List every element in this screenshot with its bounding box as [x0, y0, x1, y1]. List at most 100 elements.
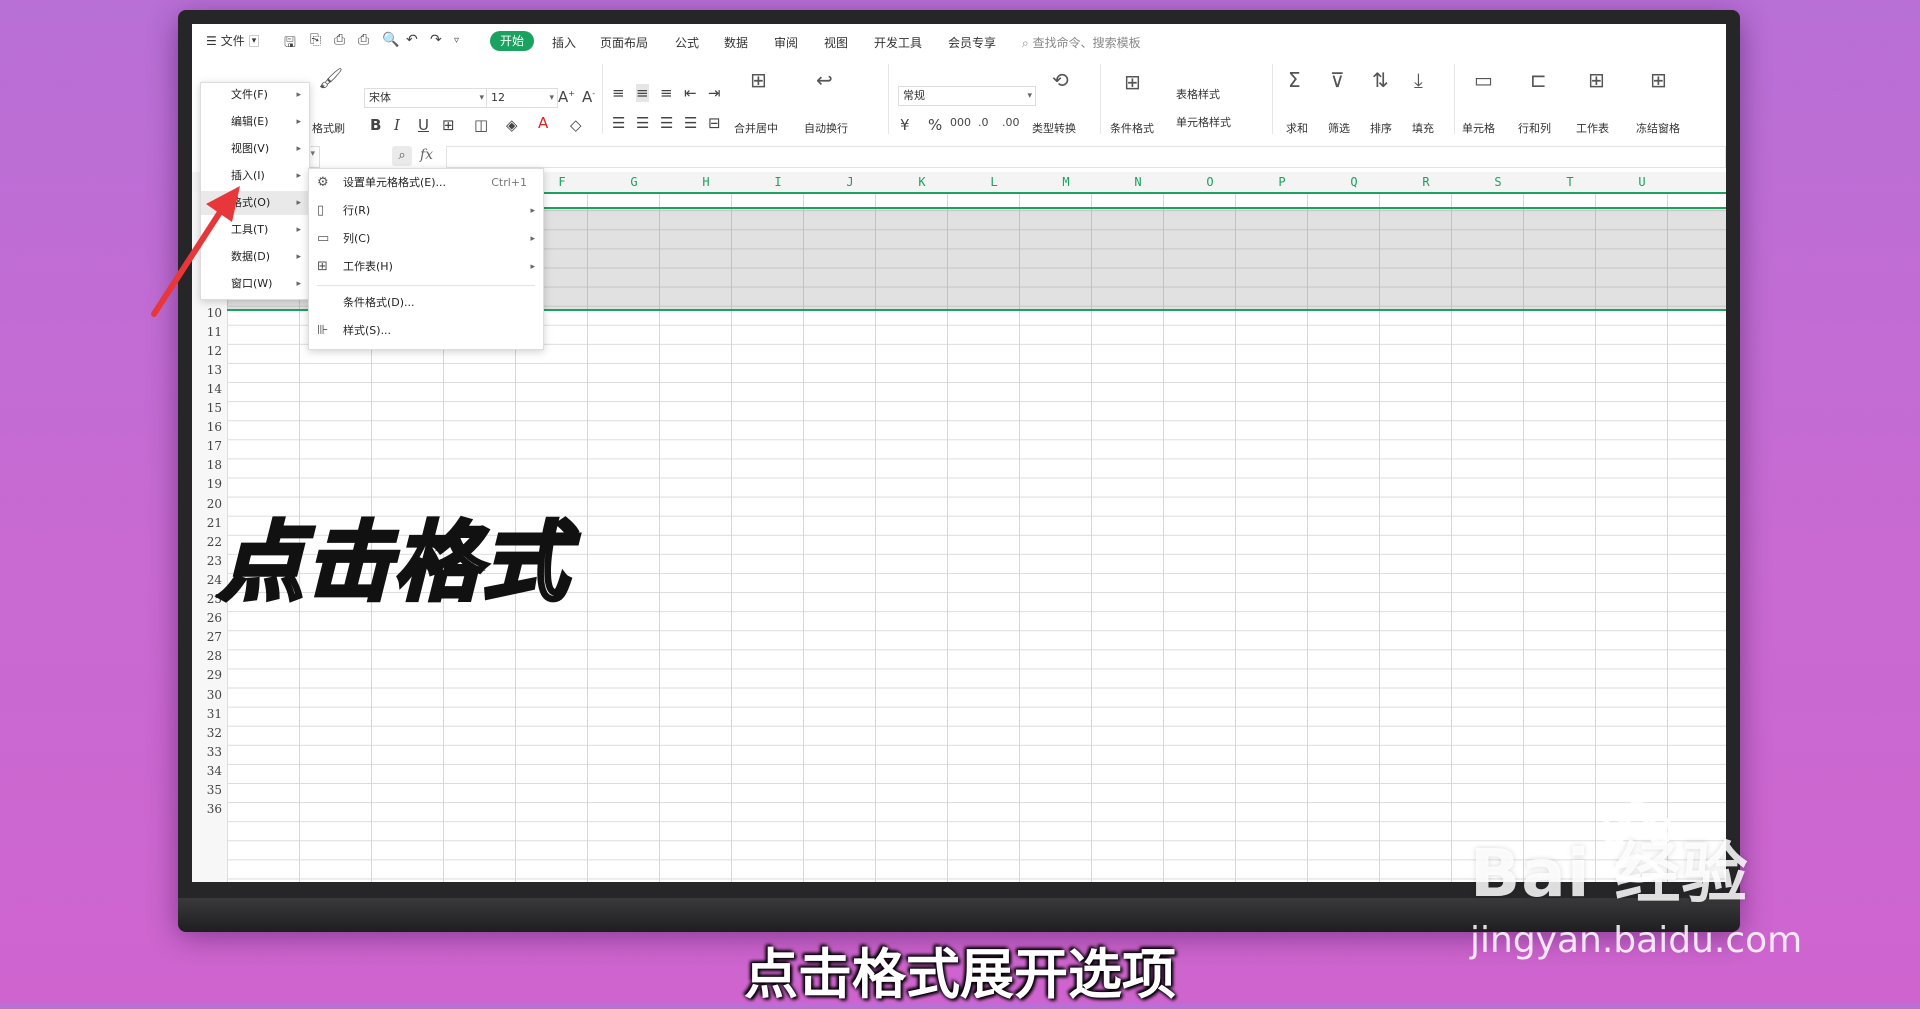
cell-button[interactable]: 单元格 — [1462, 120, 1495, 136]
format-painter-icon[interactable]: 🖌 — [318, 66, 343, 90]
currency-button[interactable]: ¥ — [900, 116, 910, 134]
column-label[interactable]: J — [814, 175, 886, 189]
main-menu-item[interactable]: 编辑(E) ▸ — [201, 110, 309, 134]
tab-review[interactable]: 审阅 — [774, 34, 798, 51]
redo-icon[interactable]: ↷ — [430, 32, 442, 48]
decrease-font-icon[interactable]: A- — [582, 88, 595, 106]
row-label[interactable]: 34 — [192, 764, 222, 778]
tab-member[interactable]: 会员专享 — [948, 34, 996, 51]
freeze-icon[interactable]: ⊞ — [1650, 68, 1667, 92]
row-label[interactable]: 32 — [192, 726, 222, 740]
row-label[interactable]: 16 — [192, 420, 222, 434]
cond-format-icon[interactable]: ⊞ — [1124, 70, 1141, 94]
tab-view[interactable]: 视图 — [824, 34, 848, 51]
type-convert-icon[interactable]: ⟲ — [1052, 68, 1069, 92]
sort-button[interactable]: 排序 — [1370, 120, 1392, 136]
column-label[interactable]: M — [1030, 175, 1102, 189]
row-label[interactable]: 30 — [192, 688, 222, 702]
row-col-button[interactable]: 行和列 — [1518, 120, 1551, 136]
row-label[interactable]: 15 — [192, 401, 222, 415]
indent-decrease-icon[interactable]: ⇤ — [684, 84, 697, 102]
worksheet-button[interactable]: 工作表 — [1576, 120, 1609, 136]
merge-center-icon[interactable]: ⊞ — [750, 68, 767, 92]
align-left-icon[interactable]: ☰ — [612, 114, 625, 132]
main-menu-item[interactable]: 视图(V) ▸ — [201, 137, 309, 161]
column-label[interactable]: H — [670, 175, 742, 189]
auto-wrap-icon[interactable]: ↩ — [816, 68, 833, 92]
zoom-icon[interactable]: ⌕ — [392, 146, 412, 166]
tab-data[interactable]: 数据 — [724, 34, 748, 51]
sum-icon[interactable]: Σ — [1288, 68, 1301, 92]
tab-insert[interactable]: 插入 — [552, 34, 576, 51]
row-label[interactable]: 13 — [192, 363, 222, 377]
column-label[interactable]: G — [598, 175, 670, 189]
distribute-icon[interactable]: ⊟ — [708, 114, 721, 132]
row-label[interactable]: 27 — [192, 630, 222, 644]
export-icon[interactable]: ⎘ — [310, 32, 321, 48]
column-label[interactable]: Q — [1318, 175, 1390, 189]
filter-icon[interactable]: ⊽ — [1330, 68, 1345, 92]
menu-item-column[interactable]: ▭ 列(C) ▸ — [309, 225, 543, 253]
font-name-select[interactable]: 宋体 — [364, 88, 488, 108]
column-label[interactable]: N — [1102, 175, 1174, 189]
fx-label[interactable]: fx — [420, 147, 433, 163]
undo-icon[interactable]: ↶ — [406, 32, 418, 48]
bold-button[interactable]: B — [370, 116, 381, 134]
align-top-icon[interactable]: ≡ — [612, 84, 625, 102]
row-label[interactable]: 31 — [192, 707, 222, 721]
thousands-icon[interactable]: 000 — [950, 116, 971, 129]
row-label[interactable]: 12 — [192, 344, 222, 358]
tab-page-layout[interactable]: 页面布局 — [600, 34, 648, 51]
save-icon[interactable]: 🖫 — [284, 32, 296, 56]
tab-developer[interactable]: 开发工具 — [874, 34, 922, 51]
column-label[interactable]: L — [958, 175, 1030, 189]
main-menu-item[interactable]: 文件(F) ▸ — [201, 83, 309, 107]
row-label[interactable]: 19 — [192, 477, 222, 491]
increase-font-icon[interactable]: A+ — [558, 88, 575, 106]
fill-button[interactable]: 填充 — [1412, 120, 1434, 136]
number-format-select[interactable]: 常规 — [898, 86, 1036, 106]
menu-item-worksheet[interactable]: ⊞ 工作表(H) ▸ — [309, 253, 543, 281]
clear-format-icon[interactable]: ◫ — [474, 116, 488, 134]
sum-button[interactable]: 求和 — [1286, 120, 1308, 136]
fill-icon[interactable]: ⤓ — [1414, 68, 1423, 92]
align-center-icon[interactable]: ☰ — [636, 114, 649, 132]
menu-item-row[interactable]: ▯ 行(R) ▸ — [309, 197, 543, 225]
column-label[interactable]: I — [742, 175, 814, 189]
align-middle-icon[interactable]: ≡ — [636, 84, 649, 102]
column-label[interactable]: R — [1390, 175, 1462, 189]
filter-button[interactable]: 筛选 — [1328, 120, 1350, 136]
justify-icon[interactable]: ☰ — [684, 114, 697, 132]
font-size-select[interactable]: 12 — [486, 88, 558, 108]
border-icon[interactable]: ⊞ — [442, 116, 455, 134]
column-label[interactable]: K — [886, 175, 958, 189]
type-convert-button[interactable]: 类型转换 — [1032, 120, 1076, 136]
command-search[interactable]: ⌕ 查找命令、搜索模板 — [1022, 34, 1141, 51]
customize-icon[interactable]: ▿ — [454, 35, 459, 46]
column-label[interactable]: O — [1174, 175, 1246, 189]
tab-home[interactable]: 开始 — [490, 31, 534, 51]
row-label[interactable]: 36 — [192, 802, 222, 816]
preview-icon[interactable]: 🔍 — [382, 32, 399, 48]
menu-item-format-cells[interactable]: ⚙ 设置单元格格式(E)... Ctrl+1 — [309, 169, 543, 197]
tab-formulas[interactable]: 公式 — [675, 34, 699, 51]
percent-button[interactable]: % — [928, 116, 942, 134]
eraser-icon[interactable]: ◇ — [570, 116, 582, 134]
underline-button[interactable]: U — [418, 116, 429, 134]
row-col-icon[interactable]: ⊏ — [1530, 68, 1547, 92]
increase-decimal-icon[interactable]: .0 — [978, 116, 989, 129]
table-style-button[interactable]: 表格样式 — [1176, 86, 1220, 102]
row-label[interactable]: 18 — [192, 458, 222, 472]
print-icon[interactable]: ⎙ — [334, 32, 345, 48]
freeze-button[interactable]: 冻结窗格 — [1636, 120, 1680, 136]
auto-wrap-button[interactable]: 自动换行 — [804, 120, 848, 136]
row-label[interactable]: 35 — [192, 783, 222, 797]
column-label[interactable]: S — [1462, 175, 1534, 189]
row-label[interactable]: 28 — [192, 649, 222, 663]
row-label[interactable]: 33 — [192, 745, 222, 759]
column-label[interactable]: T — [1534, 175, 1606, 189]
row-label[interactable]: 14 — [192, 382, 222, 396]
formula-input[interactable] — [446, 146, 1726, 168]
italic-button[interactable]: I — [394, 116, 400, 134]
column-label[interactable]: U — [1606, 175, 1678, 189]
